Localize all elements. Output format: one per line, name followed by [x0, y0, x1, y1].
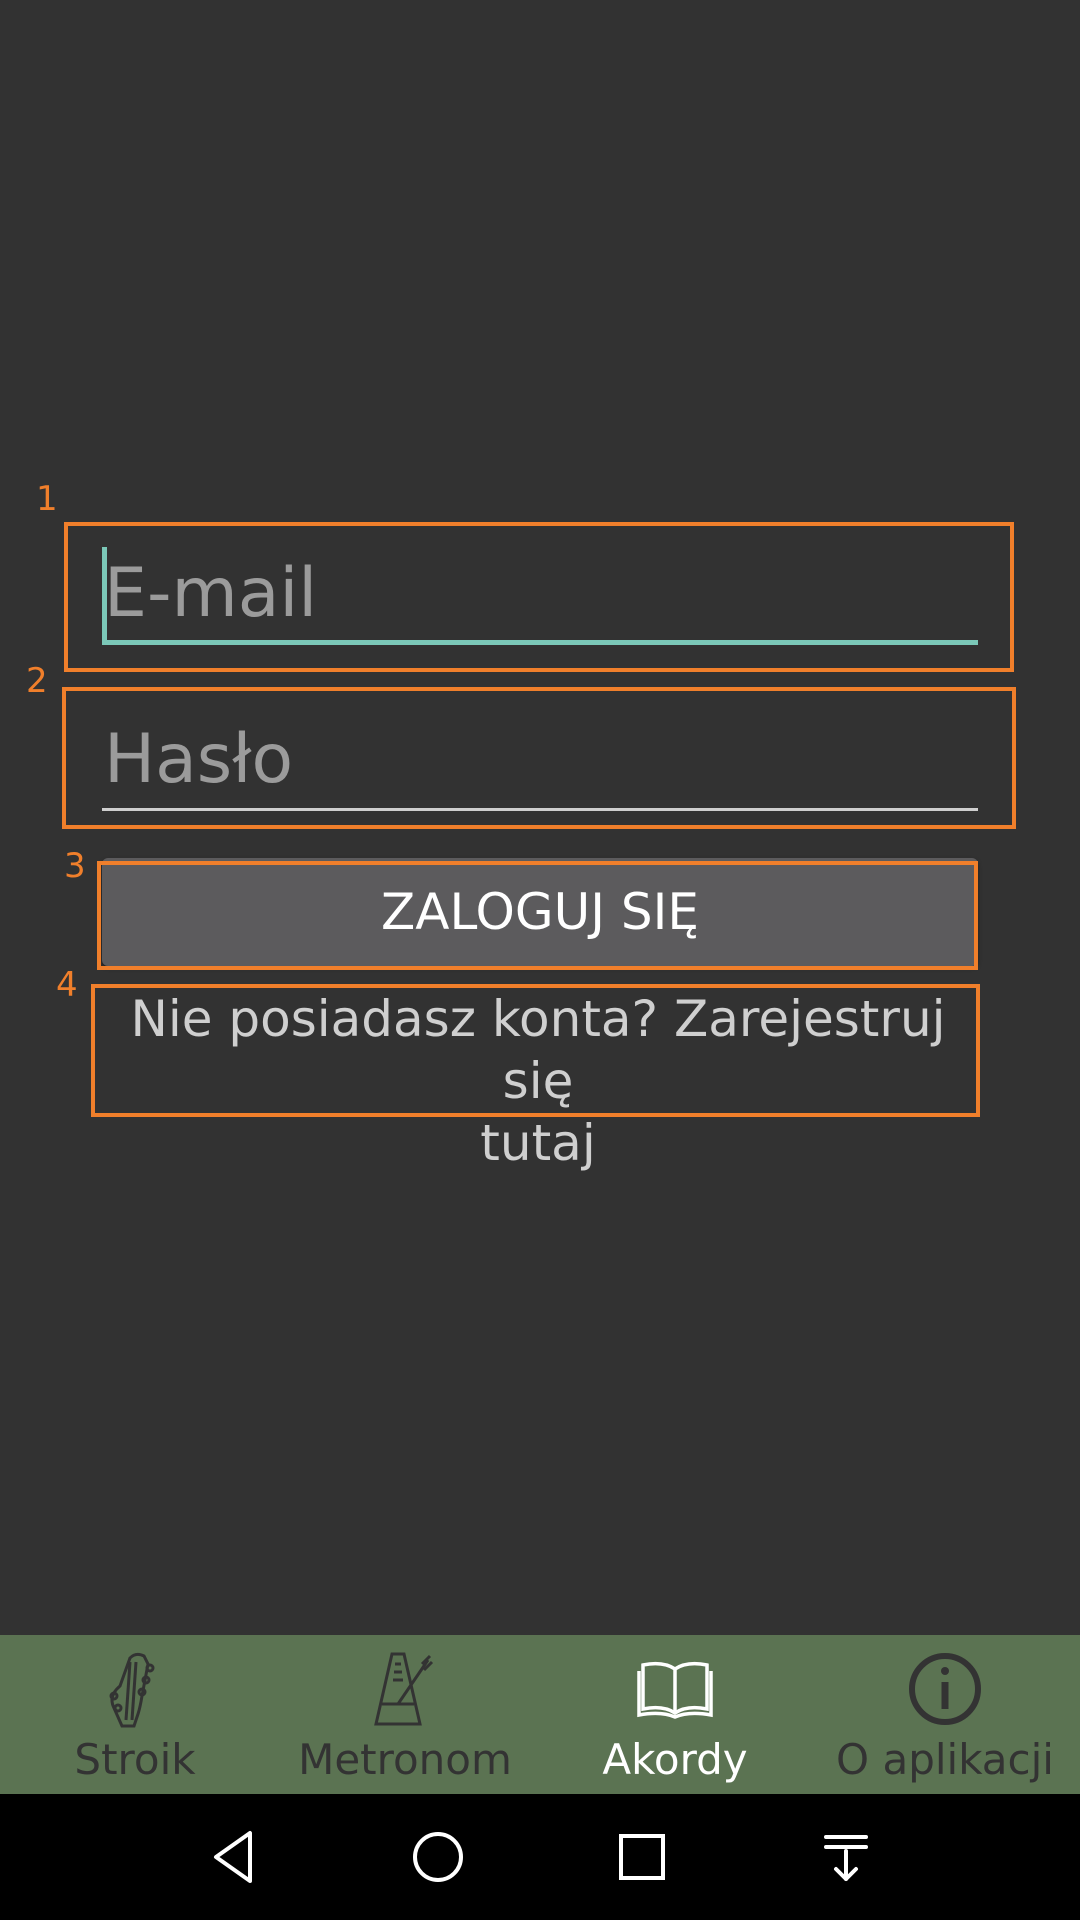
bottom-navigation: Stroik Metronom Akordy O aplikacji — [0, 1635, 1080, 1794]
register-text-line2: tutaj — [480, 1114, 596, 1172]
back-icon[interactable] — [196, 1819, 272, 1895]
guitar-headstock-icon — [93, 1647, 177, 1731]
annotation-box-1 — [64, 522, 1014, 672]
metronome-icon — [363, 1647, 447, 1731]
annotation-box-4 — [91, 984, 980, 1117]
annotation-label-2: 2 — [26, 661, 48, 701]
info-icon — [903, 1647, 987, 1731]
nav-item-stroik[interactable]: Stroik — [0, 1635, 270, 1794]
nav-item-akordy[interactable]: Akordy — [540, 1635, 810, 1794]
nav-label-stroik: Stroik — [74, 1735, 196, 1784]
annotation-box-3 — [97, 861, 978, 970]
notifications-down-icon[interactable] — [808, 1819, 884, 1895]
annotation-label-4: 4 — [56, 965, 78, 1005]
login-screen: ZALOGUJ SIĘ Nie posiadasz konta? Zarejes… — [0, 0, 1080, 1920]
nav-item-o-aplikacji[interactable]: O aplikacji — [810, 1635, 1080, 1794]
annotation-label-1: 1 — [36, 479, 58, 519]
annotation-box-2 — [62, 687, 1016, 829]
nav-label-o-aplikacji: O aplikacji — [836, 1735, 1054, 1784]
nav-label-metronom: Metronom — [298, 1735, 512, 1784]
annotation-label-3: 3 — [64, 846, 86, 886]
nav-label-akordy: Akordy — [602, 1735, 748, 1784]
recents-icon[interactable] — [604, 1819, 680, 1895]
open-book-icon — [633, 1647, 717, 1731]
home-icon[interactable] — [400, 1819, 476, 1895]
system-navigation-bar — [0, 1794, 1080, 1920]
nav-item-metronom[interactable]: Metronom — [270, 1635, 540, 1794]
